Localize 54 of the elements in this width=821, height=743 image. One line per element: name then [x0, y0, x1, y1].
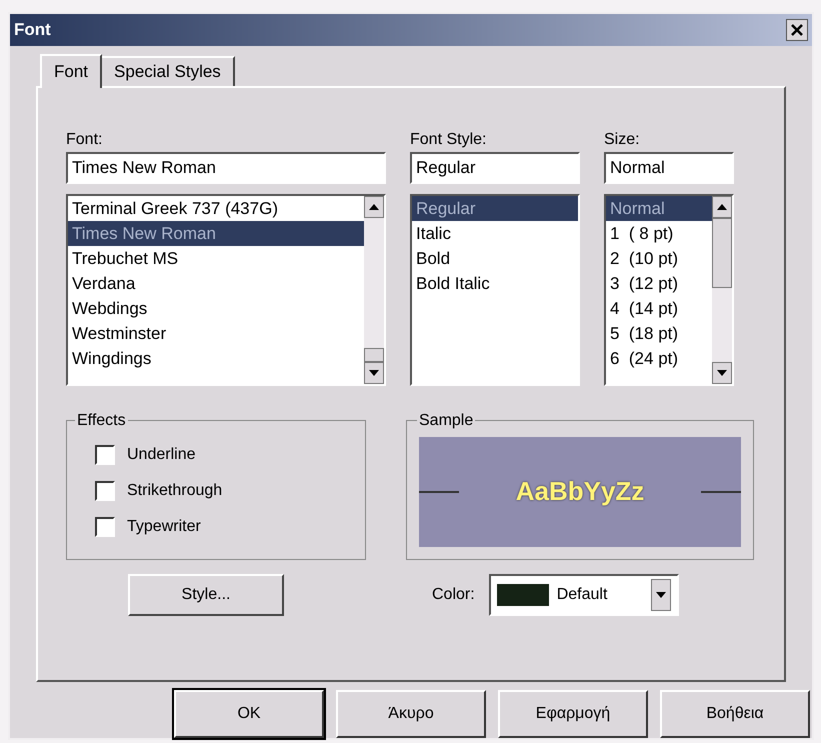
scrollbar-thumb[interactable]: [712, 218, 732, 288]
field-label: Size:: [604, 130, 641, 150]
input-field[interactable]: Regular: [410, 152, 580, 184]
checkbox[interactable]: [95, 480, 115, 501]
list-item[interactable]: 3 (12 pt): [606, 270, 712, 296]
list-item[interactable]: Normal: [606, 196, 712, 221]
input-field[interactable]: Normal: [604, 152, 734, 184]
field-label: Font Style:: [410, 130, 488, 150]
dialog-button[interactable]: Εφαρμογή: [498, 690, 648, 738]
scrollbar[interactable]: [712, 196, 732, 384]
up-arrow-icon: [717, 204, 727, 210]
scrollbar[interactable]: [364, 196, 384, 384]
color-label: Color:: [432, 584, 475, 605]
list-item[interactable]: Regular: [412, 196, 578, 221]
tab[interactable]: Font: [40, 54, 102, 88]
checkbox-label: Underline: [127, 444, 196, 465]
checkbox-label: Typewriter: [127, 516, 201, 537]
tab[interactable]: Special Styles: [102, 56, 235, 86]
dialog-button[interactable]: Βοήθεια: [660, 690, 810, 738]
list-item[interactable]: Trebuchet MS: [68, 246, 364, 271]
list-item[interactable]: Times New Roman: [68, 220, 364, 246]
list-item[interactable]: Bold Italic: [412, 270, 578, 296]
list-item[interactable]: 1 ( 8 pt): [606, 220, 712, 246]
list-item[interactable]: Wingdings: [68, 346, 364, 371]
list-item[interactable]: Westminster: [68, 320, 364, 346]
list-item[interactable]: Terminal Greek 737 (437G): [68, 196, 364, 221]
close-button[interactable]: [786, 18, 808, 41]
up-arrow-icon: [369, 204, 379, 210]
checkbox-label: Strikethrough: [127, 480, 222, 501]
dialog-button[interactable]: Άκυρο: [336, 690, 486, 738]
close-icon: [791, 24, 803, 36]
window-title: Font: [14, 19, 51, 42]
checkbox[interactable]: [95, 516, 115, 537]
sample-text: AaBbYyZz: [514, 475, 646, 508]
list-item[interactable]: Webdings: [68, 296, 364, 321]
down-arrow-icon: [717, 370, 727, 376]
style-button[interactable]: Style...: [128, 574, 284, 616]
scrollbar-thumb[interactable]: [364, 348, 384, 362]
list-item[interactable]: Italic: [412, 220, 578, 246]
dialog-button[interactable]: OK: [174, 690, 324, 738]
color-dropdown[interactable]: Default: [488, 574, 679, 616]
list-item[interactable]: Verdana: [68, 270, 364, 296]
field-label: Font:: [66, 130, 104, 150]
dropdown-arrow-icon: [656, 592, 666, 598]
list-item[interactable]: 4 (14 pt): [606, 296, 712, 321]
list-item[interactable]: 2 (10 pt): [606, 246, 712, 271]
list-item[interactable]: 6 (24 pt): [606, 346, 712, 371]
input-field[interactable]: Times New Roman: [66, 152, 386, 184]
list-item[interactable]: Bold: [412, 246, 578, 271]
list-item[interactable]: 5 (18 pt): [606, 320, 712, 346]
color-value: Default: [556, 584, 608, 605]
down-arrow-icon: [369, 370, 379, 376]
checkbox[interactable]: [95, 444, 115, 465]
color-swatch: [496, 584, 549, 606]
